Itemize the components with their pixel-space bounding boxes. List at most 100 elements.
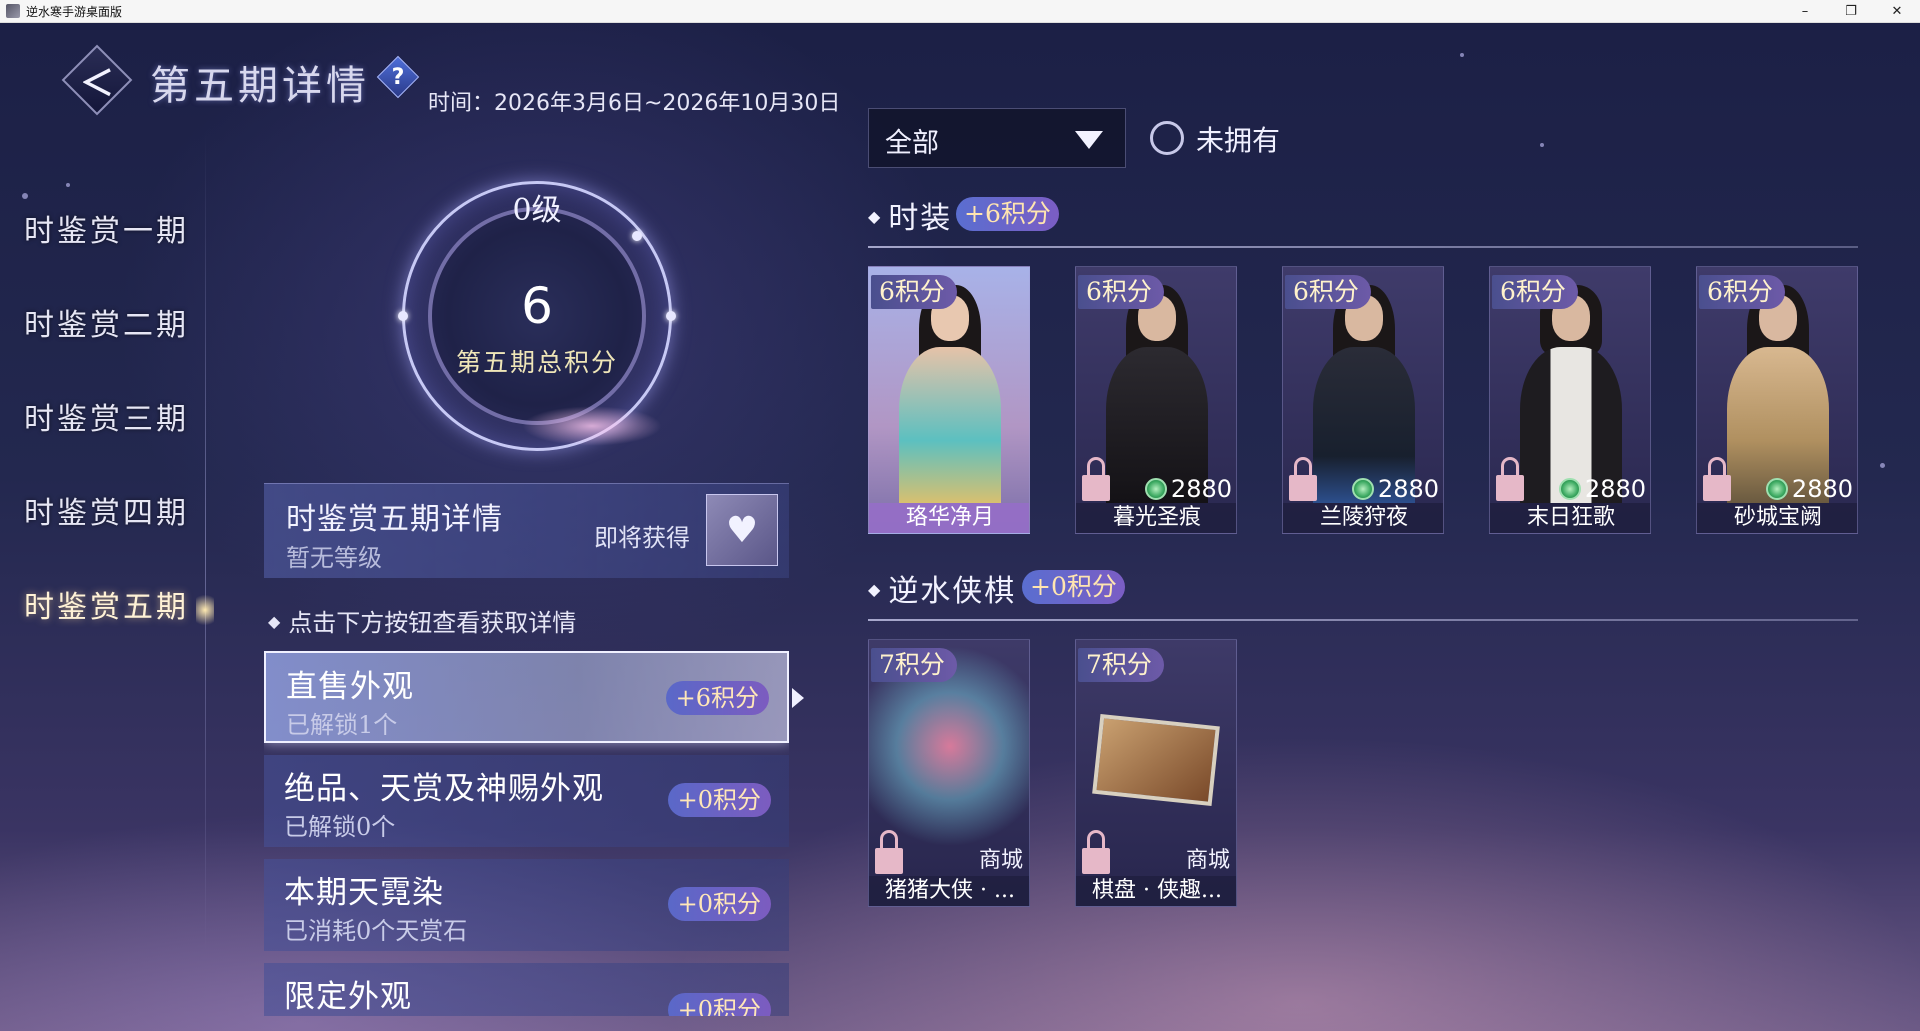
category-points: +0积分 <box>667 887 771 921</box>
filter-dropdown[interactable]: 全部 <box>868 108 1126 168</box>
price-value: 2880 <box>1584 475 1646 503</box>
filter-selected-value: 全部 <box>885 128 939 159</box>
category-name: 限定外观 <box>284 979 412 1015</box>
category-status: 已解锁1个 <box>286 711 398 739</box>
figure-body <box>899 347 1001 503</box>
nav-item-period-1[interactable]: 时鉴赏一期 <box>24 206 189 250</box>
nav-divider <box>205 133 206 953</box>
outfit-card[interactable]: 6积分 2880 末日狂歌 <box>1489 266 1651 534</box>
outfit-card[interactable]: 6积分 2880 暮光圣痕 <box>1075 266 1237 534</box>
score-ring-glow <box>522 406 662 446</box>
upcoming-reward-label: 即将获得 <box>594 524 690 552</box>
coin-icon <box>1558 478 1581 500</box>
section-divider <box>868 246 1858 248</box>
chess-item-card[interactable]: 7积分 商城 猪猪大侠 · ... <box>868 639 1030 907</box>
outfit-card[interactable]: 6积分 2880 砂城宝阙 <box>1696 266 1858 534</box>
nav-item-period-2[interactable]: 时鉴赏二期 <box>24 300 189 344</box>
diamond-bullet-icon: ◆ <box>868 580 883 599</box>
window-titlebar: 逆水寒手游桌面版 – ❐ ✕ <box>0 0 1920 23</box>
diamond-bullet-icon: ◆ <box>268 612 281 631</box>
star-decoration <box>66 183 70 187</box>
upcoming-reward-thumbnail[interactable]: ♥ <box>706 494 778 566</box>
app-icon <box>6 4 20 18</box>
minimize-button[interactable]: – <box>1782 0 1828 23</box>
chess-item-card[interactable]: 7积分 商城 棋盘 · 侠趣... <box>1075 639 1237 907</box>
window-title: 逆水寒手游桌面版 <box>26 4 123 19</box>
period-time: 时间：2026年3月6日~2026年10月30日 <box>428 91 841 116</box>
lock-icon <box>1703 457 1731 501</box>
category-points: +0积分 <box>667 783 771 817</box>
points-badge: 6积分 <box>1699 275 1785 309</box>
level-text: 0级 <box>512 193 562 228</box>
score-ring: 0级 6 第五期总积分 <box>398 181 676 451</box>
lock-icon <box>1082 830 1110 874</box>
restore-button[interactable]: ❐ <box>1828 0 1874 23</box>
close-button[interactable]: ✕ <box>1874 0 1920 23</box>
shop-label: 商城 <box>1185 848 1230 873</box>
nav-item-period-3[interactable]: 时鉴赏三期 <box>24 394 189 438</box>
help-glyph: ? <box>391 64 405 90</box>
game-viewport: ＜ 第五期详情 ? 时间：2026年3月6日~2026年10月30日 时鉴赏一期… <box>0 23 1920 1031</box>
price-tag: 2880 <box>1765 475 1853 503</box>
hint-label: 点击下方按钮查看获取详情 <box>288 609 577 637</box>
diamond-bullet-icon: ◆ <box>868 207 883 226</box>
category-points: +6积分 <box>665 681 769 715</box>
nav-item-period-4[interactable]: 时鉴赏四期 <box>24 488 189 532</box>
star-decoration <box>1540 143 1544 147</box>
detail-card-title: 时鉴赏五期详情 <box>286 502 503 537</box>
section-title-chess: ◆ 逆水侠棋 <box>868 566 1016 610</box>
selected-category-pointer-icon <box>792 688 804 708</box>
ring-dot-icon <box>632 231 642 241</box>
outfit-name: 砂城宝阙 <box>1697 503 1857 533</box>
price-tag: 2880 <box>1144 475 1232 503</box>
section-title-outfits: ◆ 时装 <box>868 193 952 237</box>
unowned-radio[interactable] <box>1150 121 1184 155</box>
period-detail-card[interactable]: 时鉴赏五期详情 暂无等级 即将获得 ♥ <box>264 483 789 578</box>
chess-item-name: 棋盘 · 侠趣... <box>1076 876 1236 906</box>
section-points-chess: +0积分 <box>1022 570 1125 604</box>
help-button[interactable]: ? <box>376 55 420 99</box>
section-divider <box>868 619 1858 621</box>
gem-icon: ♥ <box>725 509 759 551</box>
category-dye[interactable]: 本期天霓染 已消耗0个天赏石 +0积分 <box>264 859 789 951</box>
category-limited[interactable]: 限定外观 +0积分 <box>264 963 789 1016</box>
price-value: 2880 <box>1791 475 1853 503</box>
category-direct-sale[interactable]: 直售外观 已解锁1个 +6积分 <box>264 651 789 743</box>
active-nav-marker-icon <box>196 590 214 630</box>
chevron-down-icon <box>1075 131 1103 149</box>
points-badge: 7积分 <box>1078 648 1164 682</box>
points-badge: 6积分 <box>1285 275 1371 309</box>
category-list[interactable]: 直售外观 已解锁1个 +6积分 绝品、天赏及神赐外观 已解锁0个 +0积分 本期… <box>264 651 789 1016</box>
outfit-card[interactable]: 6积分 珞华净月 <box>868 266 1030 534</box>
nav-item-period-5[interactable]: 时鉴赏五期 <box>24 582 189 626</box>
lock-icon <box>1496 457 1524 501</box>
points-badge: 6积分 <box>1078 275 1164 309</box>
coin-icon <box>1765 478 1788 500</box>
chess-item-name: 猪猪大侠 · ... <box>869 876 1029 906</box>
star-decoration <box>22 193 28 199</box>
price-value: 2880 <box>1170 475 1232 503</box>
back-button[interactable]: ＜ <box>61 44 133 116</box>
price-value: 2880 <box>1377 475 1439 503</box>
points-badge: 6积分 <box>871 275 957 309</box>
outfit-name: 兰陵狩夜 <box>1283 503 1443 533</box>
category-name: 绝品、天赏及神赐外观 <box>284 771 604 807</box>
category-premium-outfits[interactable]: 绝品、天赏及神赐外观 已解锁0个 +0积分 <box>264 755 789 847</box>
lock-icon <box>1289 457 1317 501</box>
lock-icon <box>875 830 903 874</box>
section-points-outfits: +6积分 <box>956 197 1059 231</box>
coin-icon <box>1351 478 1374 500</box>
hint-text: ◆ 点击下方按钮查看获取详情 <box>268 603 576 638</box>
star-decoration <box>1880 463 1885 468</box>
category-points: +0积分 <box>667 993 771 1016</box>
unowned-label[interactable]: 未拥有 <box>1196 119 1280 159</box>
coin-icon <box>1144 478 1167 500</box>
outfit-card[interactable]: 6积分 2880 兰陵狩夜 <box>1282 266 1444 534</box>
page-title: 第五期详情 <box>150 63 370 109</box>
category-name: 直售外观 <box>286 669 414 705</box>
star-decoration <box>1460 53 1464 57</box>
outfit-name: 末日狂歌 <box>1490 503 1650 533</box>
back-arrow-icon: ＜ <box>80 63 114 104</box>
price-tag: 2880 <box>1558 475 1646 503</box>
total-score-label: 第五期总积分 <box>455 348 618 377</box>
